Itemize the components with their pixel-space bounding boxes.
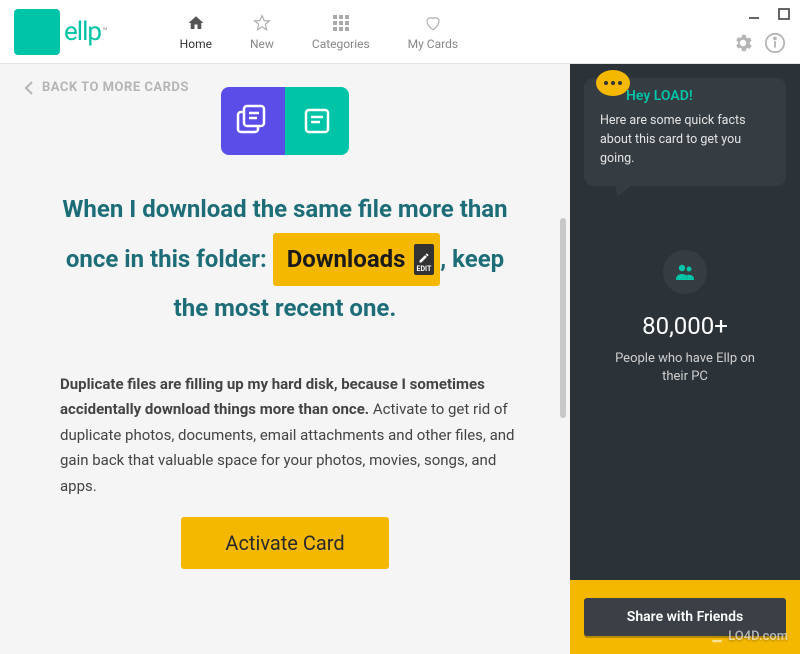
grid-icon bbox=[333, 13, 349, 33]
scrollbar-thumb[interactable] bbox=[560, 218, 566, 418]
watermark: LO4D.com bbox=[710, 629, 788, 644]
card-icon-wrap bbox=[24, 87, 546, 155]
folder-chip[interactable]: Downloads EDIT bbox=[273, 233, 441, 287]
edit-badge[interactable]: EDIT bbox=[414, 244, 435, 275]
chevron-left-icon bbox=[24, 81, 34, 95]
activate-wrap: Activate Card bbox=[24, 517, 546, 569]
greeting-body: Here are some quick facts about this car… bbox=[600, 112, 770, 168]
stat-block: 80,000+ People who have Ellp on their PC bbox=[570, 250, 800, 386]
card-headline: When I download the same file more than … bbox=[54, 187, 516, 332]
chat-icon bbox=[596, 70, 630, 96]
folder-name: Downloads bbox=[287, 237, 406, 283]
app-header: ellp™ Home New Categories My Cards bbox=[0, 0, 800, 64]
window-controls bbox=[748, 8, 790, 20]
edit-label: EDIT bbox=[417, 266, 432, 273]
brand-name: ellp bbox=[64, 17, 101, 47]
duplicate-icon bbox=[221, 87, 285, 155]
people-icon bbox=[663, 250, 707, 294]
content-area: BACK TO MORE CARDS When I download the s… bbox=[0, 64, 800, 654]
nav-categories[interactable]: Categories bbox=[312, 13, 370, 51]
gear-icon[interactable] bbox=[732, 32, 754, 60]
speech-tail bbox=[609, 182, 636, 196]
download-icon bbox=[710, 630, 724, 644]
nav-label: Home bbox=[180, 37, 212, 51]
nav-new[interactable]: New bbox=[250, 13, 274, 51]
heart-icon bbox=[424, 13, 442, 33]
back-label: BACK TO MORE CARDS bbox=[42, 80, 189, 95]
info-icon[interactable] bbox=[764, 32, 786, 60]
greeting-title: Hey LOAD! bbox=[626, 88, 770, 104]
nav-mycards[interactable]: My Cards bbox=[408, 13, 458, 51]
file-icon bbox=[285, 87, 349, 155]
nav-label: New bbox=[250, 37, 274, 51]
stat-number: 80,000+ bbox=[570, 312, 800, 340]
nav-label: Categories bbox=[312, 37, 370, 51]
header-actions bbox=[732, 32, 786, 60]
maximize-button[interactable] bbox=[778, 8, 790, 20]
stat-label: People who have Ellp on their PC bbox=[570, 350, 800, 386]
speech-bubble: Hey LOAD! Here are some quick facts abou… bbox=[584, 78, 786, 186]
minimize-button[interactable] bbox=[748, 8, 760, 20]
main-panel: BACK TO MORE CARDS When I download the s… bbox=[0, 64, 570, 654]
watermark-text: LO4D.com bbox=[728, 629, 788, 644]
home-icon bbox=[187, 13, 205, 33]
logo-icon bbox=[14, 9, 60, 55]
main-nav: Home New Categories My Cards bbox=[180, 13, 458, 51]
card-icon bbox=[221, 87, 349, 155]
pencil-icon bbox=[418, 252, 430, 264]
card-description: Duplicate files are filling up my hard d… bbox=[60, 372, 516, 500]
trademark: ™ bbox=[102, 27, 108, 37]
nav-home[interactable]: Home bbox=[180, 13, 212, 51]
nav-label: My Cards bbox=[408, 37, 458, 51]
sidebar: Hey LOAD! Here are some quick facts abou… bbox=[570, 64, 800, 654]
star-icon bbox=[253, 13, 271, 33]
activate-button[interactable]: Activate Card bbox=[181, 517, 388, 569]
